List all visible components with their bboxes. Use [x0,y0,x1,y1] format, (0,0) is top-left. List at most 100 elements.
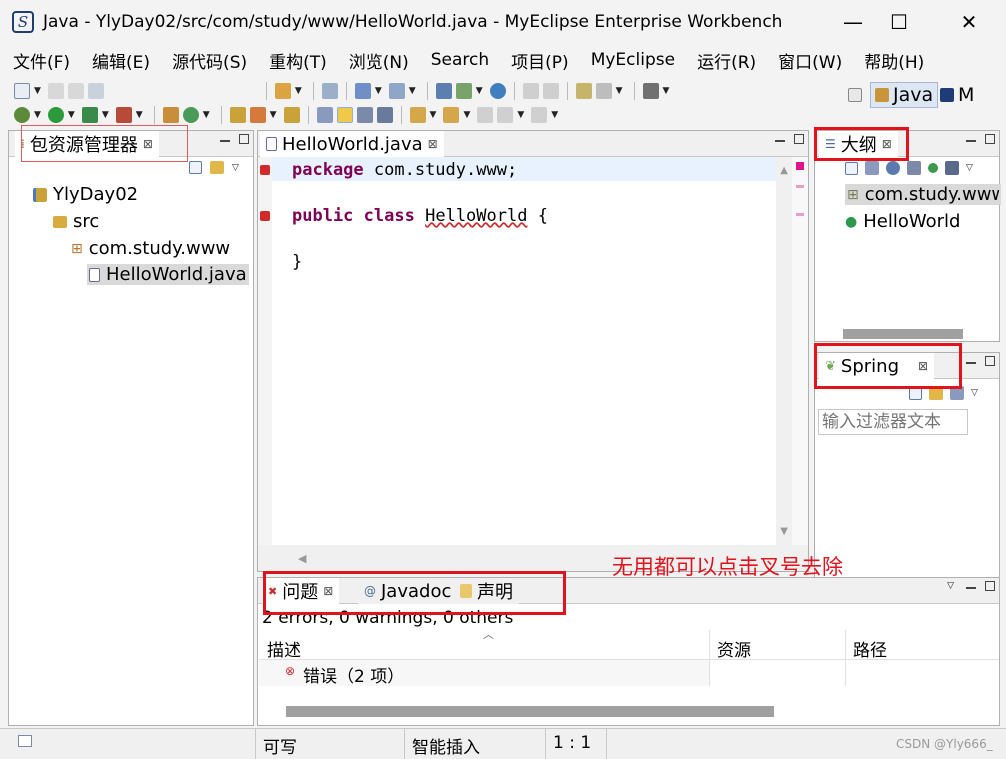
close-tab-icon[interactable]: ⊠ [323,584,333,598]
new-class-wizard-icon[interactable] [182,107,199,123]
tree-src[interactable]: src [53,211,99,232]
column-path[interactable]: 路径 [853,636,887,661]
outline-horizontal-scrollbar[interactable] [843,329,963,339]
code-line-1[interactable]: package com.study.www; [292,160,517,180]
tab-declaration[interactable]: 声明 [454,578,519,604]
globe-icon[interactable] [489,83,506,99]
minimize-view-icon[interactable] [966,362,976,365]
run-icon[interactable] [47,107,64,123]
block-select-icon[interactable] [356,107,373,123]
table-row[interactable]: ⊗ 错误（2 项） [259,660,709,687]
hide-static-icon[interactable] [907,161,921,175]
editor-vertical-scrollbar[interactable] [776,157,792,545]
open-resource-icon[interactable] [455,83,472,99]
column-resource[interactable]: 资源 [717,636,751,661]
scroll-left-icon[interactable]: ◀ [298,552,306,565]
tree-project[interactable]: YlyDay02 [33,184,138,205]
menu-project[interactable]: 项目(P) [504,48,576,73]
new-class-dropdown-icon[interactable]: ▼ [375,86,382,96]
tree-java-file[interactable]: HelloWorld.java [87,264,249,285]
prev-annotation-dropdown-icon[interactable]: ▼ [463,110,470,120]
scroll-down-icon[interactable]: ▼ [780,526,788,537]
close-tab-icon[interactable]: ⊠ [918,359,928,373]
quick-access-icon[interactable] [522,83,539,99]
collapse-all-icon[interactable] [845,161,858,175]
highlight-icon[interactable] [336,107,353,123]
show-whitespace-icon[interactable] [376,107,393,123]
view-menu-icon[interactable]: ▽ [947,581,954,591]
settings-icon[interactable] [595,83,612,99]
save-icon[interactable] [47,83,64,99]
close-tab-icon[interactable]: ⊠ [428,137,438,151]
sort-icon[interactable] [865,161,879,175]
back-dropdown-icon[interactable]: ▼ [517,110,524,120]
deploy-icon[interactable] [274,83,291,99]
run-server-icon[interactable] [81,107,98,123]
link-editor-icon[interactable] [210,161,224,174]
debug-dropdown-icon[interactable]: ▼ [34,110,41,120]
minimize-view-icon[interactable] [220,140,230,143]
minimize-button[interactable]: — [829,0,877,44]
menu-help[interactable]: 帮助(H) [857,48,931,73]
close-tab-icon[interactable]: ⊠ [882,137,892,151]
new-icon[interactable] [14,83,30,99]
prev-annotation-icon[interactable] [443,107,460,123]
new-package-icon[interactable] [388,83,405,99]
overview-marker[interactable] [796,185,804,188]
close-button[interactable]: ✕ [945,0,993,44]
collapse-all-icon[interactable] [909,386,922,400]
spring-filter-input[interactable] [818,409,968,435]
deploy-dropdown-icon[interactable]: ▼ [295,86,302,96]
new-dropdown-icon[interactable]: ▼ [34,86,41,96]
new-class-wizard-dropdown-icon[interactable]: ▼ [203,110,210,120]
tree-package[interactable]: ⊞ com.study.www [71,238,230,259]
tab-package-explorer[interactable]: ⁞ 包资源管理器 ⊠ [15,131,159,157]
outline-item-package[interactable]: ⊞ com.study.www [845,184,1001,205]
next-annotation-icon[interactable] [409,107,426,123]
view-menu-icon[interactable]: ▽ [232,163,239,173]
view-menu-icon[interactable]: ▽ [971,388,978,398]
print-icon[interactable] [87,83,104,99]
camera-icon[interactable] [642,83,659,99]
menu-myeclipse[interactable]: MyEclipse [584,50,682,70]
maximize-view-icon[interactable] [985,356,995,366]
menu-refactor[interactable]: 重构(T) [262,48,334,73]
new-class-icon[interactable] [354,83,371,99]
forward-dropdown-icon[interactable]: ▼ [551,110,558,120]
perspective-java[interactable]: Java [870,82,939,108]
column-description[interactable]: 描述 [267,636,301,661]
maximize-button[interactable]: ☐ [875,0,923,44]
scroll-up-icon[interactable]: ▲ [780,165,788,176]
server-icon[interactable] [321,83,338,99]
open-resource-dropdown-icon[interactable]: ▼ [476,86,483,96]
collapse-all-icon[interactable] [189,161,202,174]
external-tools-icon[interactable] [115,107,132,123]
minimize-view-icon[interactable] [966,587,976,590]
maximize-view-icon[interactable] [239,134,249,144]
sort-icon[interactable] [950,386,964,400]
view-menu-icon[interactable]: ▽ [966,163,973,173]
external-tools-dropdown-icon[interactable]: ▼ [136,110,143,120]
tab-outline[interactable]: ☰ 大纲 ⊠ [819,131,898,157]
menu-search[interactable]: Search [424,50,496,70]
settings-dropdown-icon[interactable]: ▼ [616,86,623,96]
brush-dropdown-icon[interactable]: ▼ [270,110,277,120]
toggle-mark-icon[interactable] [316,107,333,123]
menu-file[interactable]: 文件(F) [6,48,77,73]
run-dropdown-icon[interactable]: ▼ [68,110,75,120]
menu-edit[interactable]: 编辑(E) [85,48,157,73]
back-icon[interactable] [497,107,514,123]
code-line-3[interactable]: public class HelloWorld { [292,206,548,226]
menu-navigate[interactable]: 浏览(N) [342,48,416,73]
error-overview-icon[interactable] [796,162,804,170]
tasks-icon[interactable] [542,83,559,99]
overview-marker[interactable] [796,213,804,216]
close-tab-icon[interactable]: ⊠ [143,137,153,151]
link-editor-icon[interactable] [929,386,943,400]
run-server-dropdown-icon[interactable]: ▼ [102,110,109,120]
error-marker-icon[interactable] [260,211,270,221]
last-edit-icon[interactable] [477,107,494,123]
menu-window[interactable]: 窗口(W) [771,48,849,73]
tab-spring[interactable]: ❦ Spring ⊠ [819,353,935,379]
code-line-5[interactable]: } [292,252,302,272]
